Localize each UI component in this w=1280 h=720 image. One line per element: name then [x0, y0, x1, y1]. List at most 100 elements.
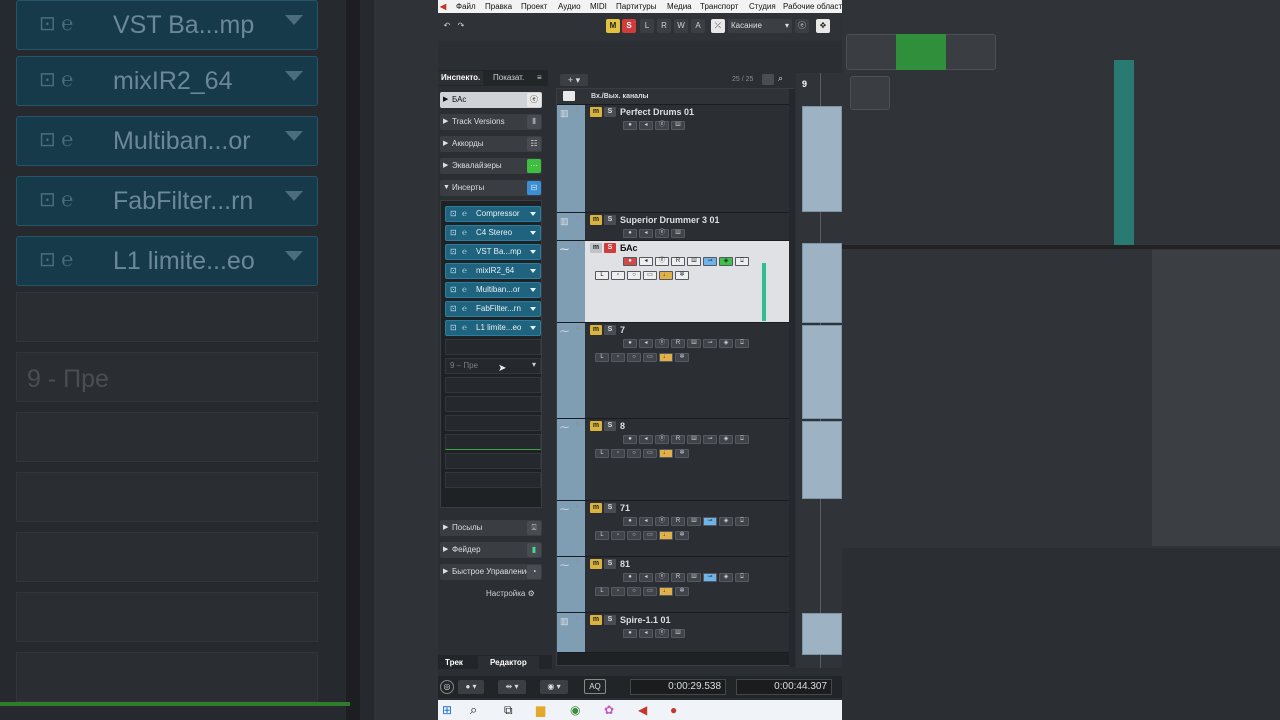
track-row-selected[interactable]: ⁓ 3 m S БАс ● ◂ ⓔ R Ш ⊸ ◈ ⍗ L ▫ ○ ▭ ♩ ✲ — [557, 241, 789, 323]
lanes-icon[interactable]: Ш — [687, 573, 701, 582]
folder-icon[interactable]: ▫ — [611, 449, 625, 458]
bypass-icon[interactable]: ⊡ — [450, 264, 457, 278]
redo-icon[interactable]: ↷ — [454, 19, 468, 33]
visibility-icon[interactable] — [762, 74, 774, 85]
insert-slot[interactable]: ⊡ ℮ mixIR2_64 — [445, 263, 541, 279]
lanes-view-icon[interactable]: ▭ — [643, 449, 657, 458]
lock-icon[interactable]: L — [595, 587, 609, 596]
edit-icon[interactable]: ⓔ — [655, 517, 669, 526]
record-icon[interactable]: ● — [623, 121, 637, 130]
insert-bypass-icon[interactable]: ⊸ — [703, 257, 717, 266]
folder-icon[interactable]: ▫ — [611, 353, 625, 362]
empty-insert-slot[interactable] — [445, 434, 541, 450]
edit-icon[interactable]: ⓔ — [655, 339, 669, 348]
settings-icon[interactable]: ✲ — [675, 587, 689, 596]
timebase-icon[interactable]: ♩ — [659, 353, 673, 362]
edit-icon[interactable]: ⓔ — [527, 93, 541, 107]
insert-slot[interactable]: ⊡ ℮ C4 Stereo — [445, 225, 541, 241]
undo-icon[interactable]: ↶ — [440, 19, 454, 33]
chrome-icon[interactable]: ◉ — [570, 703, 580, 717]
menu-audio[interactable]: Аудио — [558, 2, 581, 11]
insert-bypass-icon[interactable]: ⊸ — [703, 517, 717, 526]
record-icon[interactable]: ● — [623, 435, 637, 444]
insert-slot[interactable]: ⊡ ℮ L1 limite...eo — [445, 320, 541, 336]
freeze-icon[interactable]: ○ — [627, 449, 641, 458]
tab-show[interactable]: Показат. — [490, 71, 527, 85]
edit-icon[interactable]: ⓔ — [655, 573, 669, 582]
bypass-icon[interactable]: ⊡ — [450, 245, 457, 259]
menu-icon[interactable]: ≡ — [534, 71, 545, 85]
empty-insert-slot[interactable] — [445, 472, 541, 488]
lock-icon[interactable]: L — [595, 449, 609, 458]
edit-icon[interactable]: ⓔ — [655, 257, 669, 266]
record-icon[interactable]: ● — [623, 629, 637, 638]
edit-icon[interactable]: ℮ — [462, 207, 467, 221]
solo-button[interactable]: S — [604, 243, 616, 253]
monitor-icon[interactable]: ◂ — [639, 573, 653, 582]
eq-bypass-icon[interactable]: ◈ — [719, 257, 733, 266]
lanes-view-icon[interactable]: ▭ — [643, 587, 657, 596]
edit-icon[interactable]: ℮ — [462, 245, 467, 259]
monitor-icon[interactable]: ◂ — [639, 339, 653, 348]
insert-slot[interactable]: ⊡ ℮ VST Ba...mp — [445, 244, 541, 260]
mute-button[interactable]: m — [590, 503, 602, 513]
mute-button[interactable]: m — [590, 325, 602, 335]
lanes-icon[interactable]: Ш — [671, 629, 685, 638]
timebase-icon[interactable]: ♩ — [659, 587, 673, 596]
section-inserts[interactable]: ▼ Инсерты ⊟ — [440, 180, 542, 196]
read-icon[interactable]: R — [671, 257, 685, 266]
chevron-down-icon[interactable] — [530, 326, 536, 330]
section-fader[interactable]: ▶ Фейдер ▮ — [440, 542, 542, 558]
monitor-icon[interactable]: ◂ — [639, 629, 653, 638]
section-quick-controls[interactable]: ▶ Быстрое Управление ◔ — [440, 564, 542, 580]
lock-icon[interactable]: L — [595, 353, 609, 362]
menu-workspaces[interactable]: Рабочие област — [783, 2, 842, 11]
chevron-down-icon[interactable] — [530, 250, 536, 254]
insert-bypass-icon[interactable]: ⊸ — [703, 573, 717, 582]
track-list-scrollbar[interactable] — [789, 89, 795, 667]
record-icon[interactable]: ● — [623, 517, 637, 526]
settings-icon[interactable]: ✲ — [675, 449, 689, 458]
lanes-icon[interactable]: Ш — [687, 339, 701, 348]
record-app-icon[interactable]: ● — [670, 703, 677, 717]
monitor-icon[interactable]: ◂ — [639, 257, 653, 266]
insert-slot[interactable]: ⊡ ℮ FabFilter...rn — [445, 301, 541, 317]
bypass-icon[interactable]: ⊡ — [450, 283, 457, 297]
menu-project[interactable]: Проект — [521, 2, 547, 11]
mute-button[interactable]: m — [590, 615, 602, 625]
mute-button[interactable]: m — [590, 243, 602, 253]
send-bypass-icon[interactable]: ⍗ — [735, 257, 749, 266]
cubase-icon[interactable]: ◀ — [638, 703, 647, 717]
record-icon[interactable]: ● — [623, 573, 637, 582]
track-row[interactable]: ⁓ 7 m S 81 ● ◂ ⓔ R Ш ⊸ ◈ ⍗ L ▫ ○ ▭ ♩ ✲ — [557, 557, 789, 613]
empty-insert-slot[interactable] — [445, 396, 541, 412]
lanes-icon[interactable]: Ш — [687, 435, 701, 444]
solo-button[interactable]: S — [604, 107, 616, 117]
track-row[interactable]: ⁓ 5 m S 8 ● ◂ ⓔ R Ш ⊸ ◈ ⍗ L ▫ ○ ▭ ♩ ✲ — [557, 419, 789, 501]
edit-icon[interactable]: ℮ — [462, 226, 467, 240]
track-row[interactable]: ⁓ 4 m S 7 ● ◂ ⓔ R Ш ⊸ ◈ ⍗ L ▫ ○ ▭ ♩ ✲ — [557, 323, 789, 419]
edit-icon[interactable]: ℮ — [462, 264, 467, 278]
record-icon[interactable]: ● — [623, 339, 637, 348]
punch-button[interactable]: ⇹ ▾ — [498, 680, 526, 694]
menu-media[interactable]: Медиа — [667, 2, 692, 11]
tab-inspector[interactable]: Инспекто. — [438, 71, 484, 85]
solo-button[interactable]: S — [604, 215, 616, 225]
monitor-icon[interactable]: ◂ — [639, 435, 653, 444]
monitor-icon[interactable]: ◂ — [639, 229, 653, 238]
mute-button[interactable]: m — [590, 215, 602, 225]
monitor-icon[interactable]: ◂ — [639, 517, 653, 526]
add-track-button[interactable]: + ▾ — [560, 74, 588, 86]
lanes-view-icon[interactable]: ▭ — [643, 531, 657, 540]
eq-bypass-icon[interactable]: ◈ — [719, 339, 733, 348]
bypass-icon[interactable]: ⊡ — [450, 302, 457, 316]
section-eq[interactable]: ▶ Эквалайзеры ⋯ — [440, 158, 542, 174]
freeze-icon[interactable]: ○ — [627, 587, 641, 596]
snap-icon[interactable]: ⓔ — [795, 19, 809, 33]
bypass-icon[interactable]: ⊡ — [450, 226, 457, 240]
tab-track[interactable]: Трек — [442, 656, 466, 670]
insert-bypass-icon[interactable]: ⊸ — [703, 435, 717, 444]
mute-all-button[interactable]: M — [606, 19, 620, 33]
settings-icon[interactable]: ✲ — [675, 531, 689, 540]
settings-icon[interactable]: ✲ — [675, 271, 689, 280]
